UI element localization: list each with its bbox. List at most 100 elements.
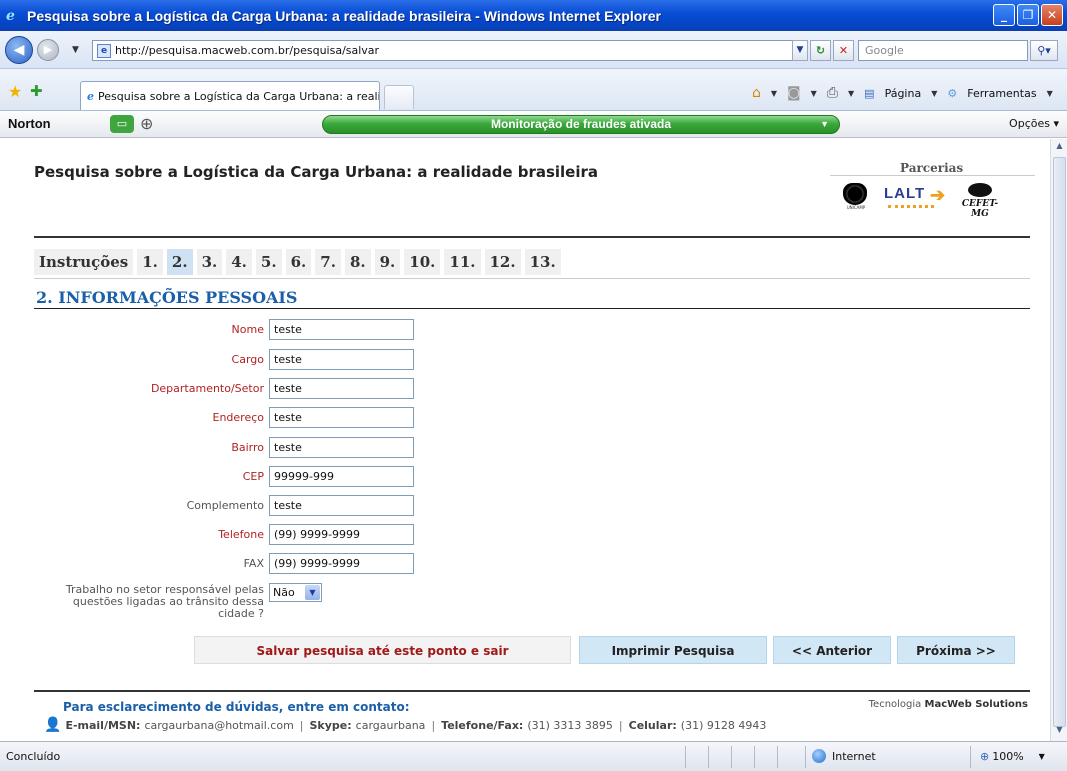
zoom-level: 100% xyxy=(992,750,1024,763)
field-label: Endereço xyxy=(212,411,265,424)
field-input[interactable]: 99999-999 xyxy=(269,466,414,487)
home-dropdown-icon[interactable]: ▼ xyxy=(771,89,777,98)
tab-pesquisa[interactable]: e Pesquisa sobre a Logística da Carga Ur… xyxy=(80,81,380,110)
step-12[interactable]: 12. xyxy=(484,249,521,275)
field-input[interactable]: teste xyxy=(269,495,414,516)
print-survey-button[interactable]: Imprimir Pesquisa xyxy=(579,636,767,664)
scroll-down-icon[interactable]: ▼ xyxy=(1053,725,1066,739)
field-label: CEP xyxy=(242,470,264,483)
feeds-dropdown-icon[interactable]: ▼ xyxy=(811,89,817,98)
tab-page-icon: e xyxy=(87,89,94,103)
zoom-dropdown-icon[interactable]: ▼ xyxy=(1039,752,1045,761)
form-row: CEP 99999-999 xyxy=(0,466,420,488)
page-menu-dropdown-icon[interactable]: ▼ xyxy=(931,89,937,98)
cefet-mark-icon xyxy=(968,183,992,197)
field-input[interactable]: teste xyxy=(269,407,414,428)
page-menu[interactable]: Página xyxy=(885,87,922,100)
globe-icon[interactable]: ⊕ xyxy=(140,114,153,133)
step-6[interactable]: 6. xyxy=(285,249,312,275)
refresh-button[interactable]: ↻ xyxy=(810,40,831,61)
internet-globe-icon xyxy=(812,749,826,763)
field-label: Bairro xyxy=(231,441,264,454)
security-zone[interactable]: Internet xyxy=(812,749,876,763)
tools-menu[interactable]: Ferramentas xyxy=(967,87,1036,100)
fraud-monitor-status[interactable]: Monitoração de fraudes ativada ▼ xyxy=(322,115,840,134)
step-8[interactable]: 8. xyxy=(344,249,371,275)
ie-window: e Pesquisa sobre a Logística da Carga Ur… xyxy=(0,0,1067,771)
norton-monitor-icon[interactable]: ▭ xyxy=(110,115,134,133)
skype-label: Skype: xyxy=(309,718,352,732)
separator: | xyxy=(618,718,623,732)
back-button[interactable]: ◀ xyxy=(5,36,33,64)
field-input[interactable]: teste xyxy=(269,378,414,399)
new-tab-button[interactable] xyxy=(384,85,414,109)
home-icon[interactable]: ⌂ xyxy=(752,85,761,101)
stop-button[interactable]: ✕ xyxy=(833,40,854,61)
step-9[interactable]: 9. xyxy=(374,249,401,275)
status-divider xyxy=(685,746,686,768)
print-icon[interactable]: ⎙ xyxy=(827,85,838,101)
search-button[interactable]: ⚲▾ xyxy=(1030,40,1058,61)
chevron-down-icon[interactable]: ▼ xyxy=(305,585,320,600)
step-7[interactable]: 7. xyxy=(315,249,341,275)
question-select[interactable]: Não ▼ xyxy=(269,583,322,602)
field-input[interactable]: (99) 9999-9999 xyxy=(269,553,414,574)
add-favorite-icon[interactable]: ✚ xyxy=(30,82,43,100)
field-label: Nome xyxy=(231,323,264,336)
save-and-exit-button[interactable]: Salvar pesquisa até este ponto e sair xyxy=(194,636,571,664)
address-toolbar: ◀ ▶ ▼ e http://pesquisa.macweb.com.br/pe… xyxy=(0,31,1067,69)
step-instructions[interactable]: Instruções xyxy=(34,249,134,275)
step-2[interactable]: 2. xyxy=(166,249,193,275)
zone-label: Internet xyxy=(832,749,876,763)
status-bar: Concluído Internet ⊕ 100% ▼ xyxy=(0,741,1067,771)
zoom-control[interactable]: ⊕ 100% ▼ xyxy=(980,750,1045,763)
tools-menu-dropdown-icon[interactable]: ▼ xyxy=(1047,89,1053,98)
separator: | xyxy=(431,718,436,732)
feeds-icon[interactable]: ◙ xyxy=(787,85,801,101)
step-5[interactable]: 5. xyxy=(255,249,282,275)
scroll-up-icon[interactable]: ▲ xyxy=(1053,141,1066,155)
next-button[interactable]: Próxima >> xyxy=(897,636,1015,664)
lalt-text: LALT xyxy=(884,185,926,202)
status-divider xyxy=(805,746,806,768)
field-input[interactable]: (99) 9999-9999 xyxy=(269,524,414,545)
command-bar: ⌂ ▼ ◙ ▼ ⎙ ▼ ▤ Página ▼ ⚙ Ferramentas ▼ xyxy=(752,85,1053,101)
field-input[interactable]: teste xyxy=(269,349,414,370)
field-input[interactable]: teste xyxy=(269,319,414,340)
field-label: Complemento xyxy=(186,499,264,512)
print-dropdown-icon[interactable]: ▼ xyxy=(848,89,854,98)
step-13[interactable]: 13. xyxy=(524,249,561,275)
page-content: Pesquisa sobre a Logística da Carga Urba… xyxy=(0,139,1050,741)
page-title: Pesquisa sobre a Logística da Carga Urba… xyxy=(34,163,599,181)
address-dropdown-icon[interactable]: ▼ xyxy=(792,40,808,61)
lalt-arrow-icon: ➔ xyxy=(930,185,947,205)
favorites-star-icon[interactable]: ★ xyxy=(8,82,22,101)
status-text: Concluído xyxy=(6,750,61,763)
address-field[interactable]: e http://pesquisa.macweb.com.br/pesquisa… xyxy=(92,40,808,61)
previous-button[interactable]: << Anterior xyxy=(773,636,891,664)
field-label: FAX xyxy=(243,557,264,570)
search-input[interactable]: Google xyxy=(858,40,1028,61)
scroll-thumb[interactable] xyxy=(1053,157,1066,727)
field-input[interactable]: teste xyxy=(269,437,414,458)
history-dropdown-icon[interactable]: ▼ xyxy=(72,45,79,55)
status-divider xyxy=(731,746,732,768)
norton-options-menu[interactable]: Opções ▾ xyxy=(1009,117,1059,130)
form-row: Telefone (99) 9999-9999 xyxy=(0,524,420,546)
tech-prefix: Tecnologia xyxy=(868,699,922,710)
fraud-dropdown-icon[interactable]: ▼ xyxy=(820,116,829,133)
gear-icon: ⚙ xyxy=(947,86,958,100)
minimize-button[interactable]: _ xyxy=(993,4,1015,26)
step-3[interactable]: 3. xyxy=(196,249,223,275)
person-icon: 👤 xyxy=(44,717,62,733)
maximize-button[interactable]: ❐ xyxy=(1017,4,1039,26)
forward-button[interactable]: ▶ xyxy=(37,39,59,61)
window-controls: _ ❐ ✕ xyxy=(993,4,1063,26)
step-4[interactable]: 4. xyxy=(226,249,252,275)
status-divider xyxy=(708,746,709,768)
step-11[interactable]: 11. xyxy=(444,249,481,275)
close-button[interactable]: ✕ xyxy=(1041,4,1063,26)
step-1[interactable]: 1. xyxy=(137,249,163,275)
vertical-scrollbar[interactable]: ▲ ▼ xyxy=(1050,139,1067,741)
step-10[interactable]: 10. xyxy=(404,249,441,275)
